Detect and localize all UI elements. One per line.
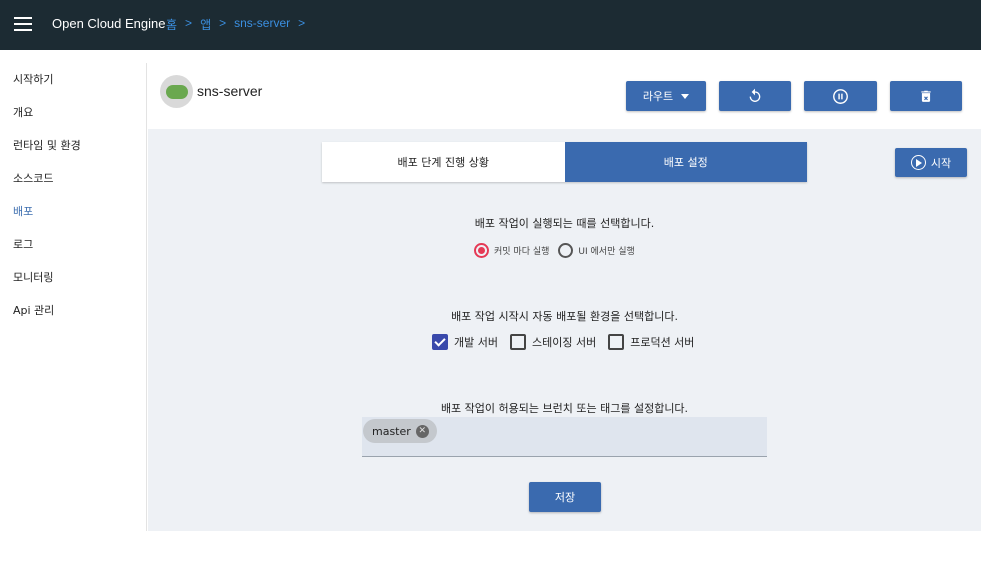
hamburger-menu-icon[interactable] xyxy=(14,17,32,31)
save-button[interactable]: 저장 xyxy=(529,482,601,512)
sidebar: 시작하기 개요 런타임 및 환경 소스코드 배포 로그 모니터링 Api 관리 xyxy=(0,63,147,531)
breadcrumb-separator: > xyxy=(298,16,306,30)
deploy-settings-panel: 배포 단계 진행 상황 배포 설정 시작 배포 작업이 실행되는 때를 선택합니… xyxy=(148,129,981,531)
breadcrumb-apps[interactable]: 앱 xyxy=(200,16,211,33)
tab-deploy-settings[interactable]: 배포 설정 xyxy=(564,142,807,182)
avatar xyxy=(160,75,193,108)
chip-label: master xyxy=(372,424,411,438)
sidebar-item-runtime[interactable]: 런타임 및 환경 xyxy=(0,129,146,162)
sidebar-item-logs[interactable]: 로그 xyxy=(0,228,146,261)
deploy-trigger-title: 배포 작업이 실행되는 때를 선택합니다. xyxy=(474,217,655,230)
radio-label: 커밋 마다 실행 xyxy=(494,247,550,257)
checkbox-label: 스테이징 서버 xyxy=(531,336,597,349)
delete-button[interactable] xyxy=(890,81,962,111)
route-button[interactable]: 라우트 xyxy=(626,81,706,111)
sidebar-item-getting-started[interactable]: 시작하기 xyxy=(0,63,146,96)
radio-label: UI 에서만 실행 xyxy=(578,247,635,257)
radio-every-commit[interactable] xyxy=(474,243,489,258)
play-circle-icon xyxy=(910,155,926,170)
start-button[interactable]: 시작 xyxy=(895,148,967,177)
breadcrumb-app[interactable]: sns-server xyxy=(234,16,290,33)
deploy-env-options: 개발 서버 스테이징 서버 프로덕션 서버 xyxy=(432,334,700,350)
breadcrumb-separator: > xyxy=(219,16,227,30)
breadcrumb: 홈 > 앱 > sns-server > xyxy=(166,16,305,33)
pause-circle-icon xyxy=(833,88,848,104)
breadcrumb-separator: > xyxy=(185,16,193,30)
refresh-icon xyxy=(749,88,761,102)
deploy-trigger-options: 커밋 마다 실행 UI 에서만 실행 xyxy=(474,243,639,258)
sidebar-item-overview[interactable]: 개요 xyxy=(0,96,146,129)
start-label: 시작 xyxy=(930,156,952,170)
sidebar-item-monitoring[interactable]: 모니터링 xyxy=(0,261,146,294)
deploy-tabs: 배포 단계 진행 상황 배포 설정 xyxy=(322,142,807,182)
main-panel: sns-server 라우트 배포 단계 진행 상황 배포 설정 시작 배포 작… xyxy=(148,63,981,531)
branch-chip[interactable]: master ✕ xyxy=(363,419,437,443)
spring-boot-logo xyxy=(165,84,188,99)
sidebar-item-api[interactable]: Api 관리 xyxy=(0,294,146,327)
refresh-button[interactable] xyxy=(719,81,791,111)
pause-button[interactable] xyxy=(804,81,877,111)
radio-ui-only[interactable] xyxy=(558,243,574,258)
deploy-env-title: 배포 작업 시작시 자동 배포될 환경을 선택합니다. xyxy=(451,310,678,323)
checkbox-dev-server[interactable] xyxy=(432,334,448,350)
app-name: sns-server xyxy=(197,83,263,99)
delete-icon xyxy=(921,90,931,102)
checkbox-staging-server[interactable] xyxy=(509,334,526,350)
checkbox-label: 프로덕션 서버 xyxy=(630,336,695,349)
branches-title: 배포 작업이 허용되는 브런치 또는 태그를 설정합니다. xyxy=(440,402,689,415)
checkbox-production-server[interactable] xyxy=(608,334,625,350)
chevron-down-icon xyxy=(681,93,690,99)
app-title: Open Cloud Engine xyxy=(52,16,166,31)
checkbox-label: 개발 서버 xyxy=(454,336,498,349)
sidebar-item-source[interactable]: 소스코드 xyxy=(0,162,146,195)
branch-input[interactable]: master ✕ xyxy=(362,417,767,457)
route-label: 라우트 xyxy=(642,90,674,103)
top-app-bar: Open Cloud Engine 홈 > 앱 > sns-server > xyxy=(0,0,981,50)
app-header: sns-server 라우트 xyxy=(148,63,981,129)
sidebar-item-deploy[interactable]: 배포 xyxy=(0,195,146,228)
close-icon[interactable]: ✕ xyxy=(415,424,429,438)
tab-deploy-progress[interactable]: 배포 단계 진행 상황 xyxy=(322,142,565,182)
breadcrumb-home[interactable]: 홈 xyxy=(166,16,177,33)
